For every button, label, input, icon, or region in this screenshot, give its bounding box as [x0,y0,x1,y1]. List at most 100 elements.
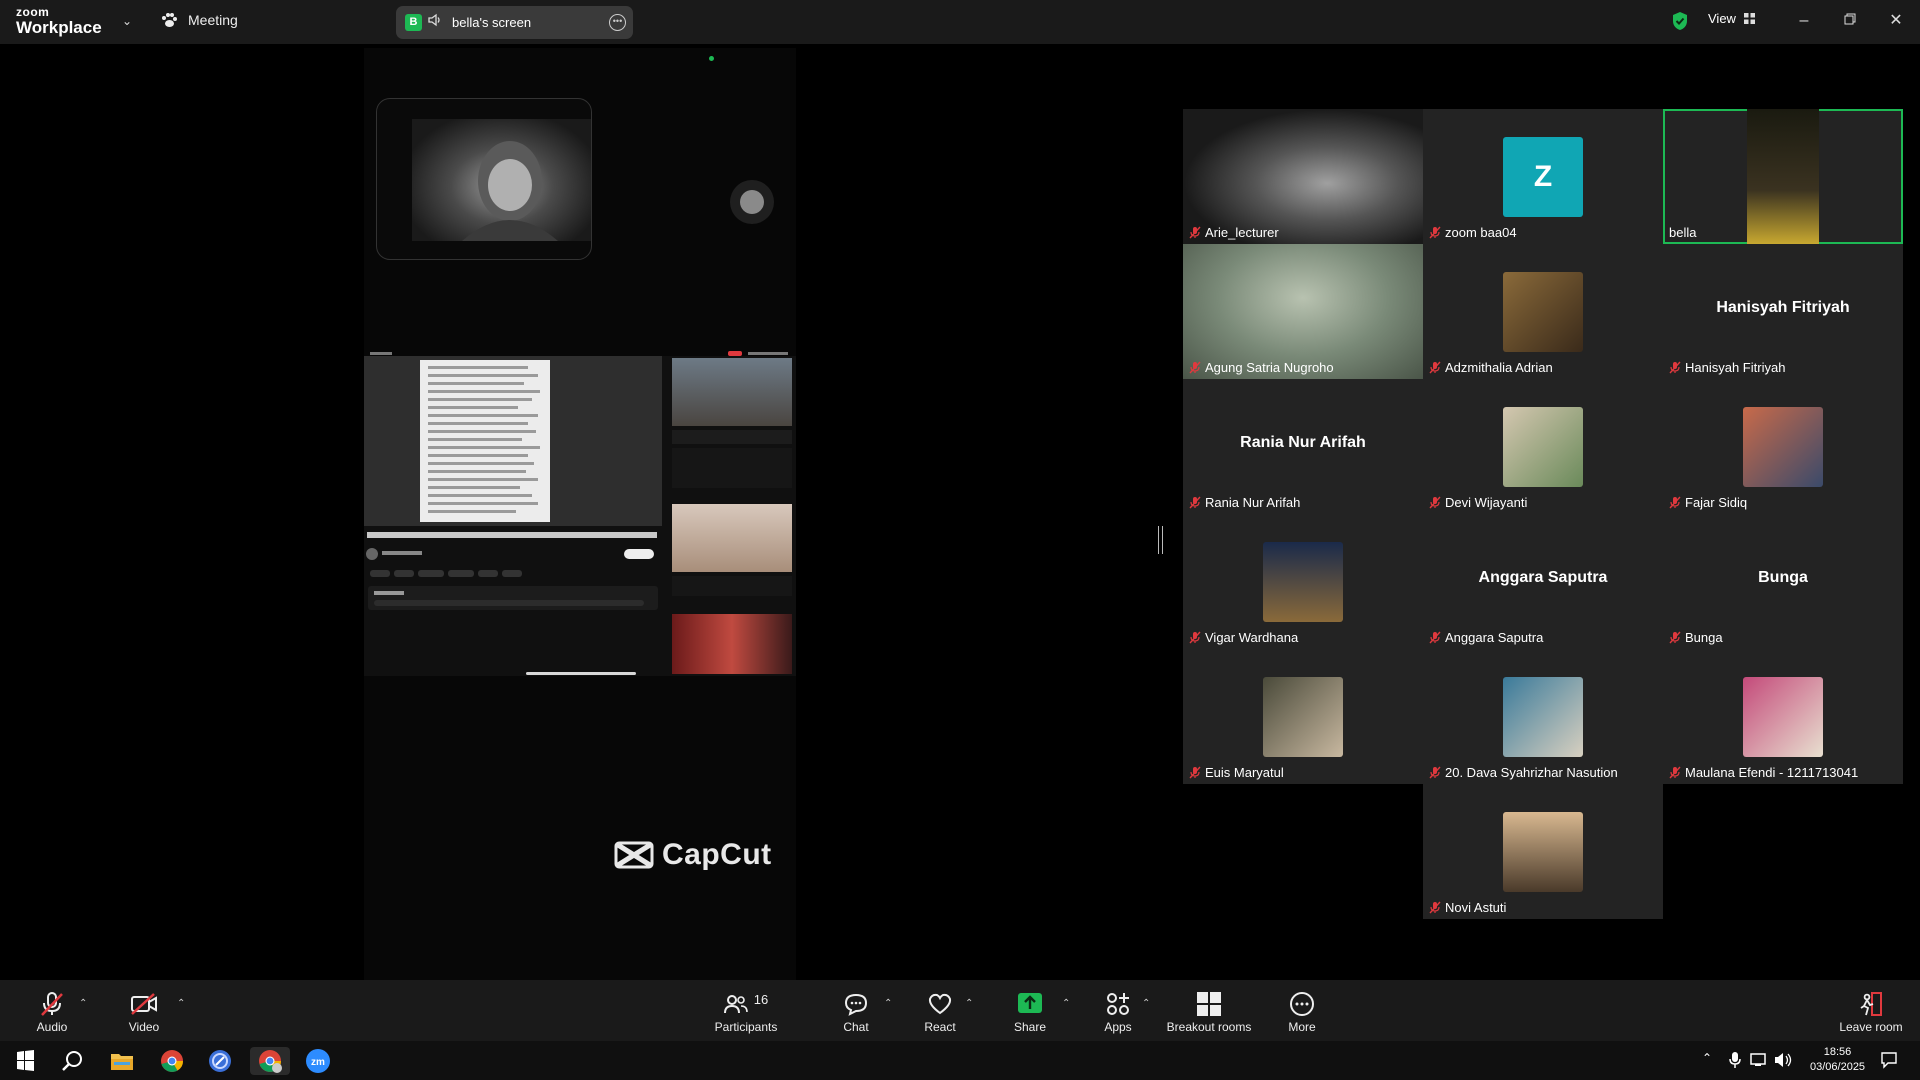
search-icon[interactable] [52,1047,92,1075]
apps-button[interactable]: Apps [1098,990,1138,1034]
close-button[interactable]: ✕ [1878,8,1914,34]
video-thumbnail[interactable] [672,504,792,572]
more-options-icon[interactable]: ••• [609,14,626,31]
participant-tile[interactable]: Bunga Bunga [1663,514,1903,649]
apps-options-caret-icon[interactable]: ⌃ [1142,998,1150,1009]
chrome-profile-icon[interactable] [250,1047,290,1075]
notifications-icon[interactable] [1880,1051,1898,1069]
chat-button[interactable]: Chat [836,990,876,1034]
restore-button[interactable] [1832,8,1868,34]
participant-name: Adzmithalia Adrian [1445,360,1553,375]
participant-tile[interactable]: Hanisyah Fitriyah Hanisyah Fitriyah [1663,244,1903,379]
camera-feed [412,119,591,241]
audio-button[interactable]: Audio [32,990,72,1034]
participant-tile[interactable]: Agung Satria Nugroho [1183,244,1423,379]
zoom-workplace-logo[interactable]: zoom Workplace [16,6,102,36]
profile-photo [1503,407,1583,487]
muted-mic-icon [1669,631,1681,644]
microphone-icon[interactable] [1728,1051,1742,1069]
view-button[interactable]: View [1708,11,1755,26]
muted-mic-icon [1189,766,1201,779]
shared-app-content[interactable] [364,356,796,676]
participant-tile[interactable]: Devi Wijayanti [1423,379,1663,514]
participant-tile[interactable]: Anggara Saputra Anggara Saputra [1423,514,1663,649]
file-explorer-icon[interactable] [102,1047,142,1075]
participant-tile[interactable]: Vigar Wardhana [1183,514,1423,649]
speaker-icon[interactable] [428,13,442,30]
share-title: bella's screen [452,15,532,30]
self-camera-preview [376,98,592,260]
audio-options-caret-icon[interactable]: ⌃ [79,998,87,1009]
muted-mic-icon [1189,631,1201,644]
system-tray-expand-icon[interactable]: ⌃ [1702,1051,1712,1065]
muted-microphone-icon [41,992,63,1016]
network-icon[interactable] [1750,1053,1768,1067]
video-thumbnail[interactable] [672,614,792,674]
muted-mic-icon [1429,631,1441,644]
security-shield-icon[interactable] [1671,11,1689,36]
restore-icon [1844,13,1856,25]
share-button[interactable]: Share [1010,990,1050,1034]
minimize-button[interactable]: – [1786,8,1822,34]
leave-door-icon [1860,992,1882,1016]
shared-screen[interactable]: CapCut [364,48,796,980]
chevron-down-icon[interactable]: ⌄ [122,14,132,28]
chrome-icon[interactable] [152,1047,192,1075]
screen-share-indicator[interactable]: B bella's screen ••• [396,6,633,39]
volume-icon[interactable] [1774,1052,1792,1068]
participant-video [1747,109,1819,244]
participant-display-name: Bunga [1758,569,1808,586]
participant-display-name: Anggara Saputra [1478,569,1608,586]
leave-room-button[interactable]: Leave room [1836,990,1906,1034]
zoom-app-icon[interactable]: zm [298,1047,338,1075]
participants-button[interactable]: 16 Participants [712,990,780,1035]
participant-tile[interactable]: Euis Maryatul [1183,649,1423,784]
participant-tile[interactable]: Adzmithalia Adrian [1423,244,1663,379]
participant-tile[interactable]: Zzoom baa04 [1423,109,1663,244]
participant-tile[interactable]: Novi Astuti [1423,784,1663,919]
video-recommendations [670,356,794,676]
browser-icon[interactable] [200,1047,240,1075]
participant-name: Arie_lecturer [1205,225,1279,240]
letter-avatar: Z [1503,137,1583,217]
share-options-caret-icon[interactable]: ⌃ [1062,998,1070,1009]
profile-photo [1503,677,1583,757]
paw-icon [162,13,177,27]
muted-mic-icon [1429,226,1441,239]
video-thumbnail[interactable] [672,358,792,426]
participant-tile[interactable]: Maulana Efendi - 1211713041 [1663,649,1903,784]
video-off-icon [131,993,157,1015]
react-button[interactable]: React [920,990,960,1034]
muted-mic-icon [1189,361,1201,374]
sharer-avatar-badge: B [405,14,422,31]
capcut-logo-icon [614,841,654,869]
more-icon [1290,992,1314,1016]
clock-date: 03/06/2025 [1810,1061,1866,1073]
video-button[interactable]: Video [124,990,164,1034]
react-options-caret-icon[interactable]: ⌃ [965,998,973,1009]
participant-tile[interactable]: 20. Dava Syahrizhar Nasution [1423,649,1663,784]
participant-name: Maulana Efendi - 1211713041 [1685,765,1859,780]
participant-tile[interactable]: bella [1663,109,1903,244]
split-view-divider[interactable] [1158,526,1163,554]
windows-start-icon[interactable] [4,1047,44,1075]
participant-tile[interactable]: Rania Nur Arifah Rania Nur Arifah [1183,379,1423,514]
breakout-rooms-button[interactable]: Breakout rooms [1164,990,1254,1034]
participant-gallery: Arie_lecturer Zzoom baa04 bella Agung Satri… [1183,109,1903,919]
chat-options-caret-icon[interactable]: ⌃ [884,998,892,1009]
grid-view-icon [1743,13,1755,24]
article-headline [367,532,657,538]
camera-indicator [709,56,714,61]
video-info [672,576,792,596]
participant-video [1183,244,1423,379]
video-info [672,448,792,488]
muted-mic-icon [1429,496,1441,509]
video-options-caret-icon[interactable]: ⌃ [177,998,185,1009]
participant-name: Hanisyah Fitriyah [1685,360,1786,375]
taskbar-clock[interactable]: 18:56 03/06/2025 [1810,1045,1865,1075]
record-button[interactable] [730,180,774,224]
participant-tile[interactable]: Arie_lecturer [1183,109,1423,244]
meeting-menu[interactable]: Meeting [160,12,238,28]
participant-tile[interactable]: Fajar Sidiq [1663,379,1903,514]
more-button[interactable]: More [1282,990,1322,1034]
